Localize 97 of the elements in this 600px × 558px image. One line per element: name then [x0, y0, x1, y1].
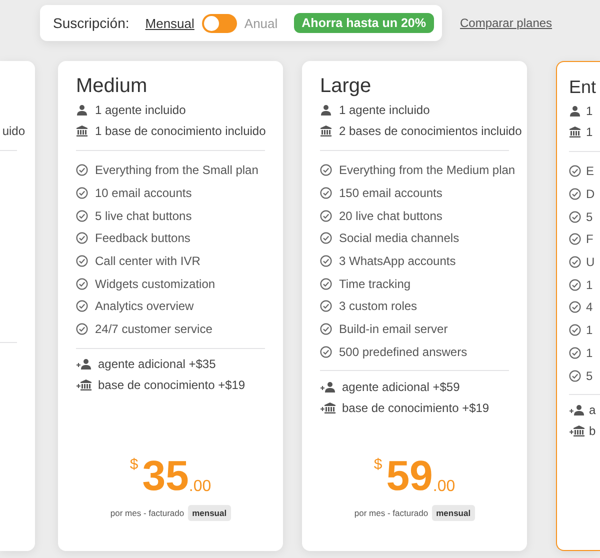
addon-text: agente adicional +$35	[98, 357, 216, 371]
feature-text: 5	[586, 368, 593, 383]
subscription-label: Suscripción:	[53, 15, 130, 31]
feature-text: 1	[586, 346, 593, 360]
price-amount: 59	[386, 455, 433, 497]
compare-plans-link[interactable]: Comparar planes	[460, 16, 552, 30]
person-icon	[569, 104, 581, 116]
check-circle-icon	[320, 187, 332, 200]
check-circle-icon	[320, 278, 332, 290]
feature-text: 4	[586, 300, 593, 314]
feature-text: 3 custom roles	[339, 299, 418, 314]
person-icon	[320, 104, 332, 116]
feature-text: Social media channels	[339, 231, 460, 246]
feature-text: Build-in email server	[339, 322, 448, 336]
monthly-option[interactable]: Mensual	[145, 16, 194, 30]
included-text: 1 agente incluido	[95, 102, 186, 116]
check-circle-icon	[569, 165, 581, 178]
check-circle-icon	[569, 324, 581, 336]
savings-badge: Ahorra hasta un 20%	[294, 13, 434, 33]
feature-text: Widgets customization	[95, 276, 216, 291]
addon-text: a	[589, 403, 596, 418]
feature-text: Everything from the Small plan	[95, 163, 258, 178]
add-person-icon	[76, 358, 92, 370]
feature-text: Call center with IVR	[95, 254, 200, 268]
check-circle-icon	[320, 210, 332, 222]
check-circle-icon	[76, 232, 88, 244]
add-person-icon	[569, 404, 585, 416]
check-circle-icon	[569, 256, 581, 268]
price-amount: 35	[142, 455, 189, 497]
check-circle-icon	[76, 278, 88, 290]
price-cents: .00	[188, 479, 212, 495]
check-circle-icon	[76, 255, 88, 268]
bank-icon	[320, 124, 332, 136]
check-circle-icon	[320, 300, 332, 312]
addon-text: b	[589, 424, 596, 438]
feature-text: 1	[586, 323, 593, 338]
feature-text: 150 email accounts	[339, 186, 442, 200]
feature-text: 5	[586, 210, 593, 224]
included-text: 1 agente incluido	[339, 102, 430, 116]
add-person-icon	[320, 380, 336, 393]
feature-text: 500 predefined answers	[339, 344, 468, 359]
bank-icon	[569, 126, 581, 138]
addon-text: base de conocimiento +$19	[98, 378, 246, 392]
check-circle-icon	[76, 300, 88, 312]
check-circle-icon	[569, 346, 581, 359]
check-circle-icon	[569, 370, 581, 382]
feature-text: 20 live chat buttons	[339, 208, 442, 223]
check-circle-icon	[569, 278, 581, 291]
person-icon	[76, 104, 88, 116]
check-circle-icon	[76, 323, 88, 336]
plan-title: Large	[320, 74, 372, 99]
check-circle-icon	[569, 210, 581, 223]
check-circle-icon	[569, 188, 581, 200]
included-text: 1	[586, 124, 593, 138]
feature-text: Analytics overview	[95, 299, 194, 314]
check-circle-icon	[569, 301, 581, 314]
plan-title: Medium	[76, 74, 148, 99]
feature-text: 5 live chat buttons	[95, 208, 192, 223]
addon-text: agente adicional +$59	[342, 380, 460, 394]
check-circle-icon	[320, 232, 332, 244]
feature-text: D	[586, 187, 595, 202]
included-text: 1 base de conocimiento incluido	[95, 124, 266, 138]
check-circle-icon	[569, 233, 581, 246]
feature-text: E	[586, 164, 594, 178]
check-circle-icon	[76, 210, 88, 222]
billing-note: por mes - facturado	[354, 508, 428, 518]
price-cents: .00	[432, 479, 456, 495]
feature-text: Feedback buttons	[95, 231, 190, 246]
check-circle-icon	[320, 255, 332, 268]
check-circle-icon	[320, 346, 332, 358]
billing-period-tag: mensual	[432, 505, 475, 521]
check-circle-icon	[76, 187, 88, 200]
feature-text: F	[586, 232, 594, 246]
bank-icon	[76, 124, 88, 136]
currency-symbol: $	[374, 457, 382, 472]
addon-text: base de conocimiento +$19	[342, 400, 490, 415]
billing-toggle[interactable]	[202, 14, 238, 32]
currency-symbol: $	[130, 457, 138, 472]
feature-text: 10 email accounts	[95, 186, 192, 200]
check-circle-icon	[76, 164, 88, 176]
feature-text: 1	[586, 278, 593, 292]
check-circle-icon	[320, 323, 332, 336]
add-bank-icon	[76, 379, 92, 391]
add-bank-icon	[320, 402, 336, 414]
feature-text: 24/7 customer service	[95, 322, 212, 336]
included-text: 1	[586, 104, 593, 118]
feature-text: 3 WhatsApp accounts	[339, 254, 456, 268]
billing-period-tag: mensual	[188, 505, 231, 521]
feature-text: U	[586, 255, 595, 270]
billing-note: por mes - facturado	[110, 508, 184, 518]
plan-title: Ent	[569, 76, 598, 99]
check-circle-icon	[320, 164, 332, 176]
add-bank-icon	[569, 425, 585, 438]
included-text: uido	[2, 124, 25, 138]
feature-text: Everything from the Medium plan	[339, 163, 516, 178]
included-text: 2 bases de conocimientos incluido	[339, 124, 522, 138]
feature-text: Time tracking	[339, 276, 411, 291]
